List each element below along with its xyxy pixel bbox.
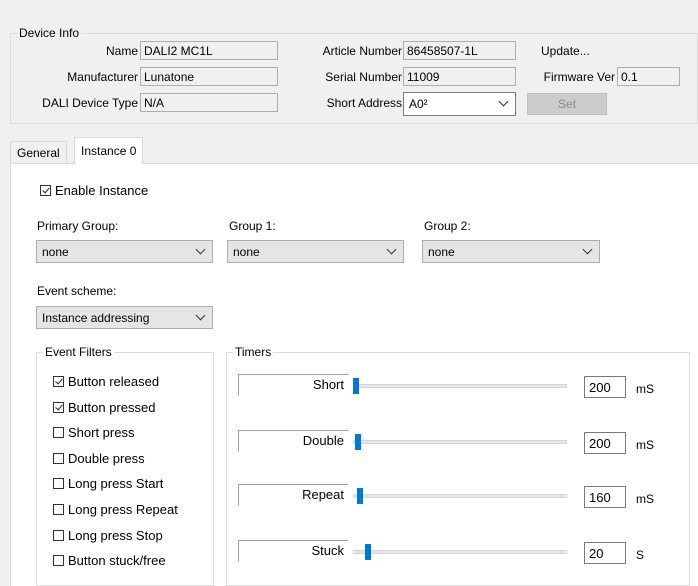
event-filter-label: Short press	[68, 425, 135, 440]
timer-label: Repeat	[238, 484, 349, 506]
checkbox-unchecked-icon	[53, 453, 64, 464]
serial-number-field[interactable]: 11009	[403, 67, 516, 86]
slider-track	[353, 494, 567, 498]
checkbox-unchecked-icon	[53, 427, 64, 438]
checkbox-unchecked-icon	[53, 555, 64, 566]
enable-instance-checkbox[interactable]: Enable Instance	[40, 183, 148, 198]
checkbox-checked-icon	[53, 376, 64, 387]
event-filter-checkbox[interactable]: Button pressed	[53, 400, 155, 415]
timer-unit-label: S	[636, 548, 645, 562]
short-address-select[interactable]: A0²	[403, 92, 516, 116]
serial-number-label: Serial Number	[325, 70, 402, 84]
slider-track	[353, 550, 567, 554]
event-filter-label: Double press	[68, 451, 145, 466]
chevron-down-icon	[195, 310, 206, 321]
checkbox-checked-icon	[40, 185, 51, 196]
event-filter-checkbox[interactable]: Button stuck/free	[53, 553, 166, 568]
event-filter-checkbox[interactable]: Long press Repeat	[53, 502, 178, 517]
chevron-down-icon	[498, 96, 509, 107]
timer-value-input[interactable]: 160	[584, 486, 626, 508]
group-1-value: none	[233, 245, 260, 259]
chevron-down-icon	[582, 244, 593, 255]
timer-slider[interactable]	[353, 433, 567, 451]
slider-thumb[interactable]	[353, 378, 359, 394]
timer-unit-label: mS	[636, 438, 654, 452]
event-filter-label: Long press Start	[68, 476, 164, 491]
timer-slider[interactable]	[353, 543, 567, 561]
event-filter-checkbox[interactable]: Double press	[53, 451, 145, 466]
group-1-label: Group 1:	[229, 219, 276, 233]
primary-group-select[interactable]: none	[36, 240, 213, 263]
primary-group-label: Primary Group:	[37, 219, 119, 233]
manufacturer-label: Manufacturer	[67, 70, 138, 84]
enable-instance-label: Enable Instance	[55, 183, 149, 198]
firmware-version-label: Firmware Ver	[543, 70, 615, 84]
timer-slider[interactable]	[353, 487, 567, 505]
group-2-value: none	[428, 245, 455, 259]
slider-thumb[interactable]	[357, 488, 363, 504]
slider-track	[353, 440, 567, 444]
group-2-label: Group 2:	[424, 219, 471, 233]
timer-label: Double	[238, 430, 349, 452]
event-scheme-label: Event scheme:	[37, 284, 117, 298]
chevron-down-icon	[195, 244, 206, 255]
event-filter-label: Button pressed	[68, 400, 156, 415]
article-number-label: Article Number	[322, 44, 402, 58]
short-address-label: Short Address	[326, 96, 402, 110]
event-filters-legend: Event Filters	[45, 345, 112, 359]
update-button[interactable]: Update...	[541, 44, 601, 58]
short-address-value: A0²	[409, 97, 428, 111]
slider-track	[353, 384, 567, 388]
timer-label: Short	[238, 374, 349, 396]
tab-instance-0[interactable]: Instance 0	[74, 137, 144, 164]
event-filter-label: Long press Stop	[68, 528, 163, 543]
timer-value-input[interactable]: 200	[584, 432, 626, 454]
chevron-down-icon	[386, 244, 397, 255]
slider-thumb[interactable]	[365, 544, 371, 560]
primary-group-value: none	[42, 245, 69, 259]
event-filter-label: Button released	[68, 374, 160, 389]
tab-general[interactable]: General	[10, 141, 67, 164]
timers-legend: Timers	[235, 345, 272, 359]
set-button[interactable]: Set	[527, 93, 607, 115]
event-scheme-select[interactable]: Instance addressing	[36, 306, 213, 329]
event-filter-label: Long press Repeat	[68, 502, 178, 517]
checkbox-unchecked-icon	[53, 530, 64, 541]
timer-value-input[interactable]: 200	[584, 376, 626, 398]
event-filter-checkbox[interactable]: Long press Stop	[53, 528, 163, 543]
event-filter-checkbox[interactable]: Short press	[53, 425, 134, 440]
checkbox-unchecked-icon	[53, 478, 64, 489]
dali-device-type-field[interactable]: N/A	[140, 93, 278, 112]
timer-unit-label: mS	[636, 492, 654, 506]
timer-slider[interactable]	[353, 377, 567, 395]
checkbox-checked-icon	[53, 402, 64, 413]
event-filter-checkbox[interactable]: Long press Start	[53, 476, 163, 491]
group-2-select[interactable]: none	[422, 240, 600, 263]
article-number-field[interactable]: 86458507-1L	[403, 41, 516, 60]
name-field[interactable]: DALI2 MC1L	[140, 41, 278, 60]
event-filter-checkbox[interactable]: Button released	[53, 374, 159, 389]
slider-thumb[interactable]	[355, 434, 361, 450]
timer-unit-label: mS	[636, 382, 654, 396]
event-filter-label: Button stuck/free	[68, 553, 166, 568]
dali-device-type-label: DALI Device Type	[42, 96, 138, 110]
timer-value-input[interactable]: 20	[584, 542, 626, 564]
firmware-version-field[interactable]: 0.1	[617, 67, 680, 86]
checkbox-unchecked-icon	[53, 504, 64, 515]
group-1-select[interactable]: none	[227, 240, 404, 263]
event-scheme-value: Instance addressing	[42, 311, 150, 325]
device-info-legend: Device Info	[19, 26, 80, 40]
name-label: Name	[105, 44, 138, 58]
timer-label: Stuck	[238, 540, 349, 562]
manufacturer-field[interactable]: Lunatone	[140, 67, 278, 86]
